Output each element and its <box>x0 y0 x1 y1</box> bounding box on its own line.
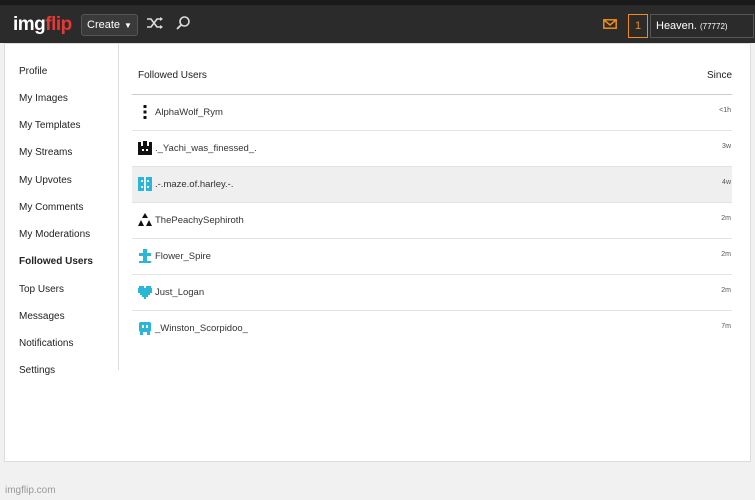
sidebar-item-followed-users[interactable]: Followed Users <box>19 256 93 267</box>
pixel-grid-icon <box>138 177 152 191</box>
table-row[interactable]: Flower_Spire 2m <box>132 239 732 275</box>
sidebar-item-notifications[interactable]: Notifications <box>19 338 73 349</box>
table-row[interactable]: ThePeachySephiroth 2m <box>132 203 732 239</box>
create-button[interactable]: Create ▼ <box>81 14 138 36</box>
user-points: (77772) <box>699 21 728 31</box>
notification-count-badge[interactable]: 1 <box>628 14 648 38</box>
followed-username[interactable]: ThePeachySephiroth <box>155 215 244 226</box>
followed-since: 4w <box>722 179 731 186</box>
table-row[interactable]: ._Yachi_was_finessed_. 3w <box>132 131 732 167</box>
followed-users-table: Followed Users Since AlphaWolf_Rym <1h .… <box>132 62 732 346</box>
search-icon[interactable] <box>175 15 191 31</box>
pixel-heart-icon <box>138 286 152 299</box>
shuffle-icon[interactable] <box>146 16 164 30</box>
followed-username[interactable]: ._Yachi_was_finessed_. <box>155 143 257 154</box>
user-menu-button[interactable]: Heaven. (77772) <box>650 14 754 38</box>
imgflip-logo[interactable]: imgflip <box>13 14 72 36</box>
followed-username[interactable]: AlphaWolf_Rym <box>155 107 223 118</box>
triangles-icon <box>138 213 152 226</box>
mail-icon[interactable] <box>603 19 617 29</box>
footer-watermark: imgflip.com <box>5 485 56 496</box>
logo-text-img: img <box>13 14 46 35</box>
table-row[interactable]: .-.maze.of.harley.-. 4w <box>132 167 732 203</box>
logo-text-flip: flip <box>45 14 72 35</box>
table-row[interactable]: AlphaWolf_Rym <1h <box>132 95 732 131</box>
column-header-since: Since <box>706 70 732 81</box>
sidebar-item-top-users[interactable]: Top Users <box>19 284 64 295</box>
followed-username[interactable]: Flower_Spire <box>155 251 211 262</box>
username: Heaven. <box>656 20 697 32</box>
followed-since: 2m <box>721 251 731 258</box>
sidebar-item-my-images[interactable]: My Images <box>19 93 68 104</box>
top-nav-bar: imgflip Create ▼ 1 Heaven. (77772) <box>0 0 755 43</box>
followed-since: 7m <box>721 323 731 330</box>
sidebar-item-messages[interactable]: Messages <box>19 311 65 322</box>
table-row[interactable]: Just_Logan 2m <box>132 275 732 311</box>
sidebar-item-my-comments[interactable]: My Comments <box>19 202 83 213</box>
chevron-down-icon: ▼ <box>124 20 132 30</box>
sidebar-item-my-streams[interactable]: My Streams <box>19 147 72 158</box>
followed-since: <1h <box>719 107 731 114</box>
pixel-castle-icon <box>138 141 152 155</box>
sidebar-item-my-templates[interactable]: My Templates <box>19 120 81 131</box>
cross-icon <box>139 249 151 263</box>
followed-since: 2m <box>721 215 731 222</box>
table-row[interactable]: _Winston_Scorpidoo_ 7m <box>132 311 732 346</box>
followed-since: 3w <box>722 143 731 150</box>
sidebar: Profile My Images My Templates My Stream… <box>5 44 119 376</box>
followed-username[interactable]: _Winston_Scorpidoo_ <box>155 323 248 334</box>
page-container: Profile My Images My Templates My Stream… <box>4 43 751 462</box>
sidebar-item-my-moderations[interactable]: My Moderations <box>19 229 90 240</box>
table-header: Followed Users Since <box>132 62 732 95</box>
followed-username[interactable]: Just_Logan <box>155 287 204 298</box>
followed-username[interactable]: .-.maze.of.harley.-. <box>155 179 234 190</box>
sidebar-item-profile[interactable]: Profile <box>19 66 47 77</box>
create-label: Create <box>87 19 121 31</box>
followed-since: 2m <box>721 287 731 294</box>
vertical-dots-icon <box>143 105 147 119</box>
pixel-face-icon <box>139 322 151 335</box>
sidebar-item-settings[interactable]: Settings <box>19 365 55 376</box>
sidebar-item-my-upvotes[interactable]: My Upvotes <box>19 175 72 186</box>
column-header-followed-users: Followed Users <box>138 70 207 81</box>
